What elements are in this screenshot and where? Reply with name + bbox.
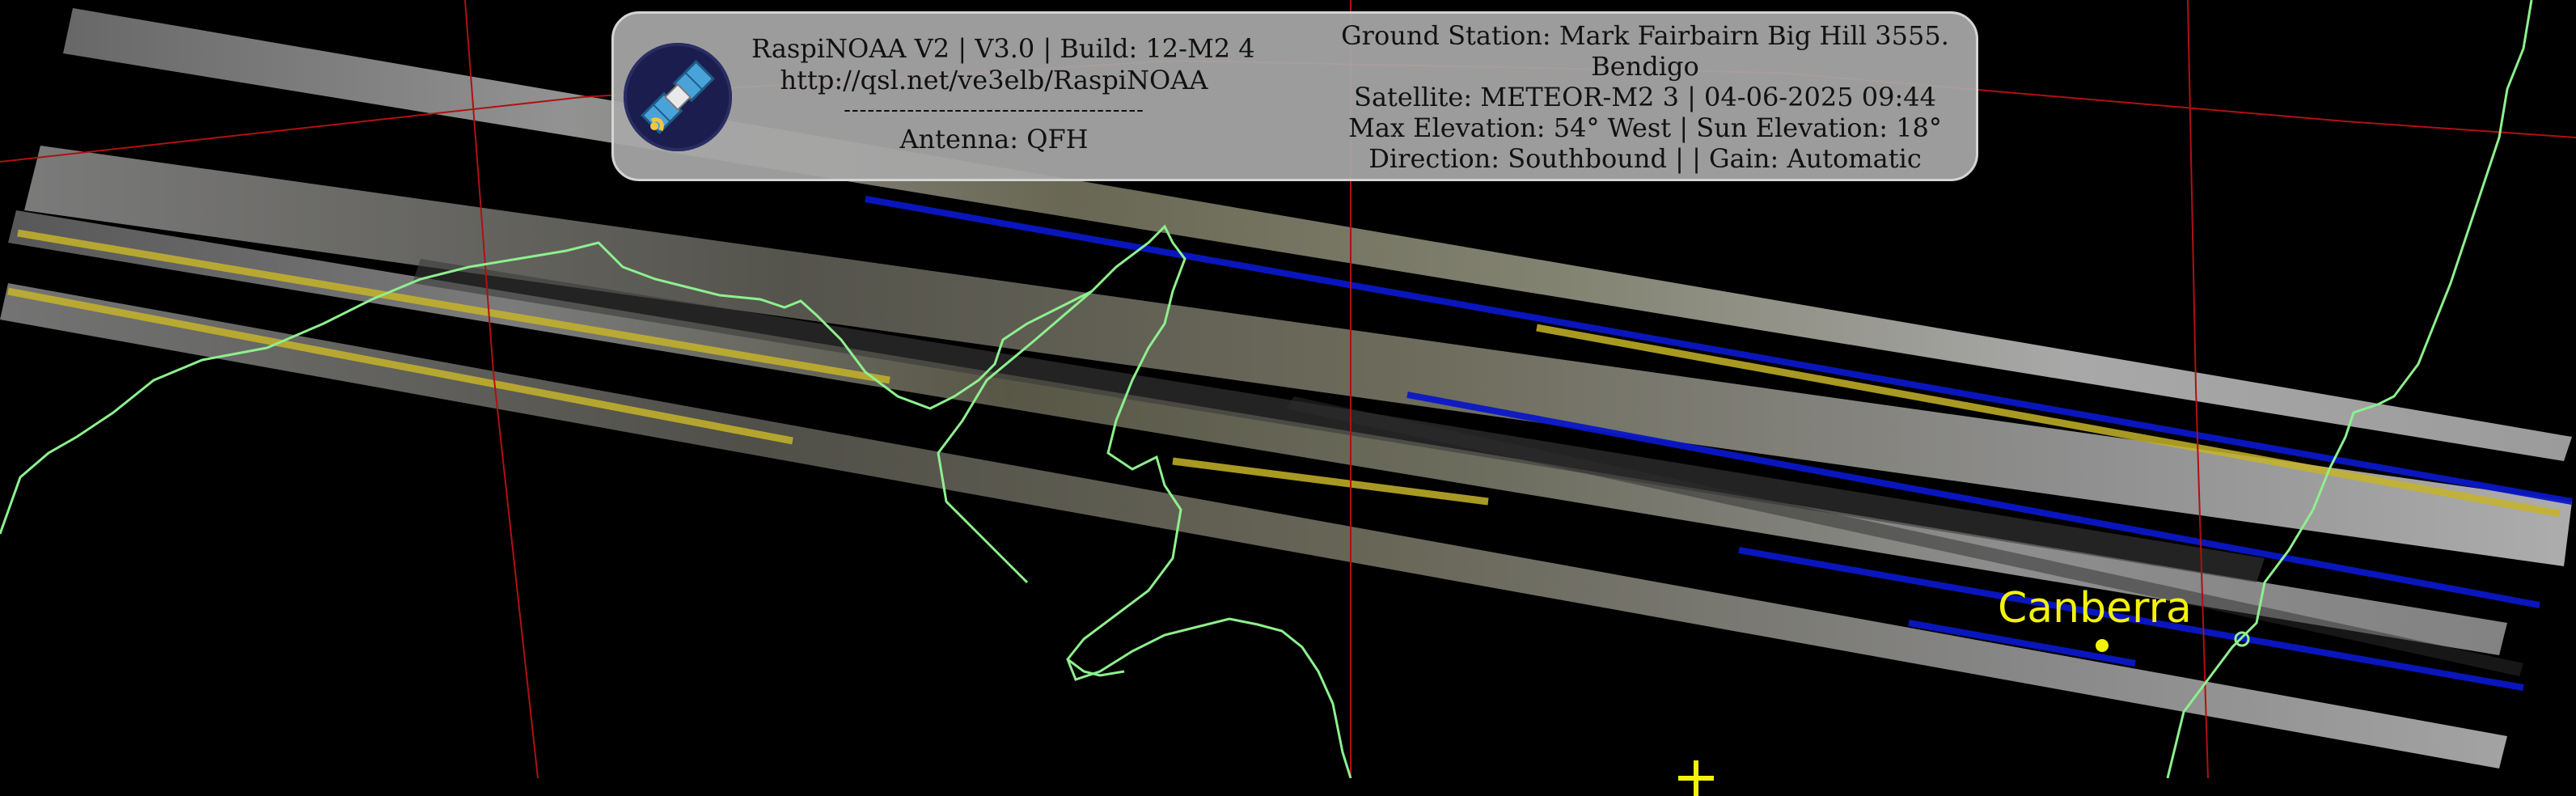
- ground-station-city: Bendigo: [1591, 51, 1699, 82]
- station-software-info: RaspiNOAA V2 | V3.0 | Build: 12-M2 4 htt…: [751, 33, 1255, 155]
- info-divider: --------------------------------------: [844, 98, 1144, 122]
- city-label-canberra: Canberra: [1998, 584, 2192, 633]
- city-marker-icon: [2096, 639, 2109, 652]
- pass-info-overlay: RaspiNOAA V2 | V3.0 | Build: 12-M2 4 htt…: [611, 11, 1978, 181]
- crosshair-plus-icon: [1678, 760, 1714, 796]
- pass-details: Ground Station: Mark Fairbairn Big Hill …: [1318, 20, 1973, 174]
- elevation-info: Max Elevation: 54° West | Sun Elevation:…: [1348, 112, 1942, 143]
- antenna-info: Antenna: QFH: [899, 124, 1089, 155]
- software-url: http://qsl.net/ve3elb/RaspiNOAA: [780, 65, 1208, 95]
- satellite-icon: [624, 43, 732, 151]
- satellite-datetime: Satellite: METEOR-M2 3 | 04-06-2025 09:4…: [1354, 82, 1936, 112]
- direction-gain-info: Direction: Southbound | | Gain: Automati…: [1368, 143, 1922, 174]
- software-version: RaspiNOAA V2 | V3.0 | Build: 12-M2 4: [751, 33, 1255, 64]
- ground-station: Ground Station: Mark Fairbairn Big Hill …: [1341, 20, 1949, 51]
